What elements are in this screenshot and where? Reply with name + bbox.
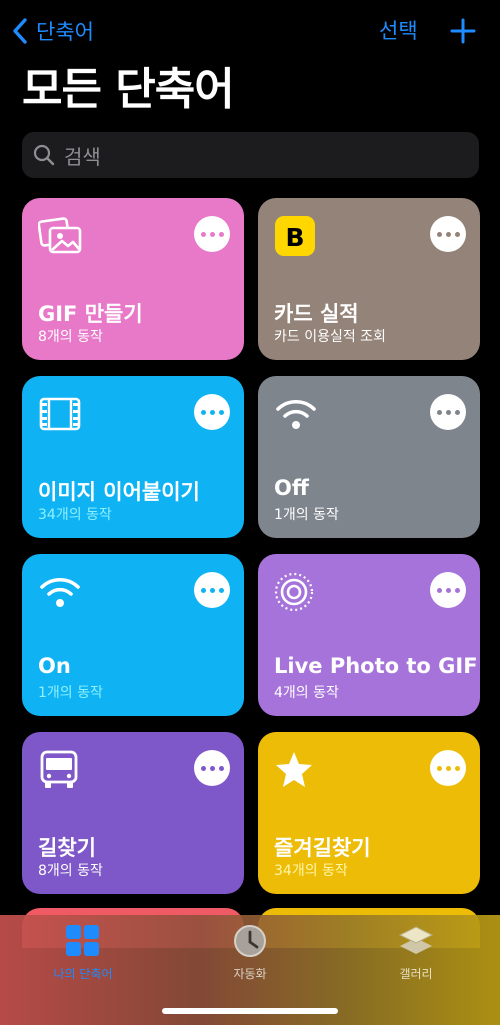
shortcut-card-directions[interactable]: 길찾기 8개의 동작 xyxy=(22,732,244,894)
more-button[interactable] xyxy=(194,750,230,786)
shortcut-card-image-merge[interactable]: 이미지 이어붙이기 34개의 동작 xyxy=(22,376,244,538)
tab-label: 나의 단축어 xyxy=(53,967,113,981)
tab-label: 갤러리 xyxy=(399,967,433,981)
more-button[interactable] xyxy=(430,394,466,430)
more-button[interactable] xyxy=(430,572,466,608)
search-field[interactable]: 검색 xyxy=(22,132,479,178)
more-button[interactable] xyxy=(194,394,230,430)
star-icon xyxy=(274,750,318,790)
shortcut-subtitle: 1개의 동작 xyxy=(38,685,103,701)
wifi-icon xyxy=(38,572,82,612)
clock-icon xyxy=(234,925,266,957)
app-b-icon: B xyxy=(274,216,318,256)
select-button[interactable]: 선택 xyxy=(379,14,418,48)
shortcut-card-card-performance[interactable]: B 카드 실적 카드 이용실적 조회 xyxy=(258,198,480,360)
layers-icon xyxy=(398,926,434,954)
shortcut-subtitle: 1개의 동작 xyxy=(274,507,339,523)
shortcut-card-wifi-on[interactable]: On 1개의 동작 xyxy=(22,554,244,716)
tab-automation[interactable]: 자동화 xyxy=(190,923,310,987)
search-placeholder: 검색 xyxy=(64,144,101,169)
film-icon xyxy=(38,394,82,434)
add-shortcut-button[interactable] xyxy=(448,14,478,48)
shortcut-subtitle: 4개의 동작 xyxy=(274,685,339,701)
svg-text:B: B xyxy=(285,223,304,252)
shortcut-subtitle: 34개의 동작 xyxy=(38,507,112,523)
shortcut-subtitle: 8개의 동작 xyxy=(38,329,103,345)
more-button[interactable] xyxy=(430,750,466,786)
more-button[interactable] xyxy=(194,216,230,252)
back-button[interactable]: 단축어 xyxy=(10,14,94,48)
shortcut-title: On xyxy=(38,654,71,678)
shortcut-subtitle: 카드 이용실적 조회 xyxy=(274,329,386,345)
shortcut-title: GIF 만들기 xyxy=(38,302,143,326)
shortcut-title: 카드 실적 xyxy=(274,302,359,326)
more-button[interactable] xyxy=(194,572,230,608)
search-icon xyxy=(33,144,55,166)
shortcut-title: 즐겨길찾기 xyxy=(274,836,371,860)
live-photo-icon xyxy=(274,572,318,612)
page-title: 모든 단축어 xyxy=(22,64,235,115)
tab-label: 자동화 xyxy=(233,967,267,981)
shortcut-title: 길찾기 xyxy=(38,836,96,860)
more-button[interactable] xyxy=(430,216,466,252)
plus-icon xyxy=(450,18,476,44)
shortcut-subtitle: 34개의 동작 xyxy=(274,863,348,879)
shortcut-card-gif[interactable]: GIF 만들기 8개의 동작 xyxy=(22,198,244,360)
back-label: 단축어 xyxy=(36,20,94,44)
tab-my-shortcuts[interactable]: 나의 단축어 xyxy=(23,923,143,987)
chevron-left-icon xyxy=(13,18,27,44)
shortcut-card-live-photo-gif[interactable]: Live Photo to GIF 4개의 동작 xyxy=(258,554,480,716)
tab-gallery[interactable]: 갤러리 xyxy=(356,923,476,987)
shortcut-subtitle: 8개의 동작 xyxy=(38,863,103,879)
navigation-bar: 단축어 선택 xyxy=(0,0,500,62)
shortcut-card-wifi-off[interactable]: Off 1개의 동작 xyxy=(258,376,480,538)
bus-icon xyxy=(38,750,82,790)
photos-icon xyxy=(38,216,82,256)
shortcut-title: Off xyxy=(274,476,309,500)
shortcut-title: 이미지 이어붙이기 xyxy=(38,480,200,504)
wifi-icon xyxy=(274,394,318,434)
home-indicator xyxy=(162,1008,338,1014)
shortcut-card-favorite-directions[interactable]: 즐겨길찾기 34개의 동작 xyxy=(258,732,480,894)
shortcut-title: Live Photo to GIF xyxy=(274,654,478,678)
grid-icon xyxy=(66,925,99,956)
